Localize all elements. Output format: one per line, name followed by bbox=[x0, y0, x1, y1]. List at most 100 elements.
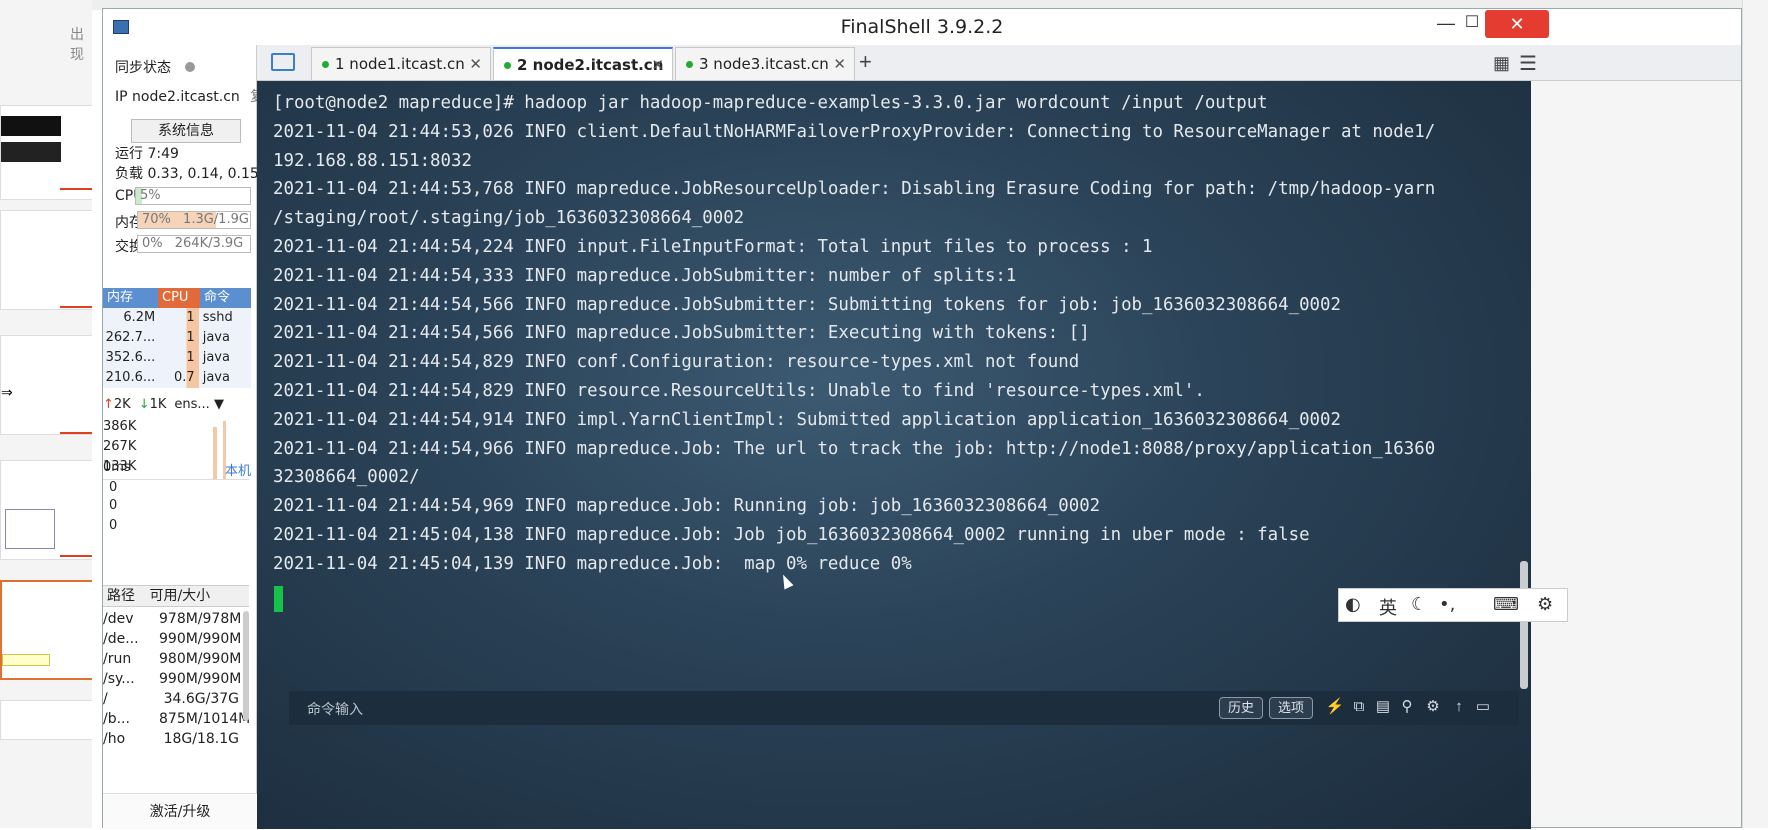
ping-value: 0 bbox=[109, 498, 118, 513]
slide-thumbnail[interactable] bbox=[0, 700, 92, 740]
process-cpu: 1 bbox=[157, 348, 199, 368]
ime-moon-icon[interactable]: ☾ bbox=[1411, 594, 1427, 615]
download-arrow-icon: ↓ bbox=[138, 397, 150, 412]
menu-icon[interactable]: ☰ bbox=[1519, 51, 1537, 76]
process-table: 内存 CPU 命令 6.2M 1 sshd 262.7... 1 java 352.6...… bbox=[103, 288, 251, 388]
disk-row[interactable]: /ho 18G/18.1G bbox=[103, 731, 239, 745]
ping-host[interactable]: 本机 bbox=[225, 460, 251, 479]
tab-close-icon[interactable]: ✕ bbox=[651, 49, 664, 81]
ime-language[interactable]: 英 bbox=[1379, 594, 1397, 620]
command-input-bar[interactable]: 命令输入 历史 选项 ⚡ ⧉ ▤ ⚲ ⚙ ↑ ▭ bbox=[289, 691, 1519, 725]
lightning-icon[interactable]: ⚡ bbox=[1325, 697, 1345, 717]
ime-toolbar[interactable]: ◐ 英 ☾ •, ⌨ ⚙ bbox=[1338, 588, 1568, 622]
swap-meter: 0% 264K/3.9G bbox=[137, 235, 251, 253]
disk-scrollbar[interactable] bbox=[243, 611, 249, 721]
terminal-line: /staging/root/.staging/job_1636032308664… bbox=[273, 208, 745, 229]
slide-thumbnail[interactable]: ⇒ bbox=[0, 335, 92, 435]
process-cmd: java bbox=[202, 330, 230, 345]
terminal-line: [root@node2 mapreduce]# hadoop jar hadoo… bbox=[273, 93, 1268, 113]
command-input[interactable]: 命令输入 bbox=[307, 699, 363, 719]
history-button[interactable]: 历史 bbox=[1219, 697, 1264, 719]
disk-path: /dev bbox=[103, 611, 134, 627]
network-header: ↑2K ↓1K ens... ▼ bbox=[103, 397, 249, 412]
terminal-cursor bbox=[274, 586, 283, 612]
layout-grid-icon[interactable]: ▦ bbox=[1493, 53, 1510, 74]
disk-path: / bbox=[103, 691, 108, 707]
upload-rate: ↑2K bbox=[103, 397, 131, 412]
terminal-line: 2021-11-04 21:45:04,138 INFO mapreduce.J… bbox=[273, 524, 1310, 545]
copy-icon[interactable]: ⧉ bbox=[1349, 697, 1369, 717]
terminal-line: 192.168.88.151:8032 bbox=[273, 150, 472, 171]
server-ip: IP node2.itcast.cn 复制 bbox=[115, 86, 278, 106]
gear-icon[interactable]: ⚙ bbox=[1423, 697, 1443, 717]
process-row[interactable]: 352.6... 1 java bbox=[103, 348, 251, 368]
tab-node1[interactable]: 1 node1.itcast.cn ✕ bbox=[311, 47, 491, 81]
terminal-line: 32308664_0002/ bbox=[273, 467, 420, 488]
process-row[interactable]: 210.6... 0.7 java bbox=[103, 368, 251, 388]
background-app-label: 出现 bbox=[70, 27, 84, 63]
tab-close-icon[interactable]: ✕ bbox=[469, 48, 482, 80]
process-cmd: sshd bbox=[202, 310, 233, 325]
paste-icon[interactable]: ▤ bbox=[1373, 697, 1393, 717]
disk-row[interactable]: /dev 978M/978M bbox=[103, 611, 242, 627]
sync-status[interactable]: 同步状态 bbox=[115, 57, 196, 77]
upgrade-button[interactable]: 激活/升级 bbox=[103, 793, 257, 829]
terminal-line: 2021-11-04 21:44:54,566 INFO mapreduce.J… bbox=[273, 294, 1341, 315]
search-icon[interactable]: ⚲ bbox=[1397, 697, 1417, 717]
network-tick: 267K bbox=[103, 439, 137, 454]
disk-path: /ho bbox=[103, 731, 126, 745]
terminal-view[interactable]: [root@node2 mapreduce]# hadoop jar hadoo… bbox=[257, 81, 1531, 829]
process-mem: 210.6... bbox=[105, 370, 156, 385]
disk-row[interactable]: /de... 990M/990M bbox=[103, 631, 241, 647]
terminal-scrollbar[interactable] bbox=[1520, 561, 1528, 689]
ime-punctuation-icon[interactable]: •, bbox=[1439, 594, 1455, 615]
tab-node2[interactable]: 2 node2.itcast.cn ✕ bbox=[493, 47, 673, 81]
tab-label: 1 node1.itcast.cn bbox=[335, 55, 465, 73]
ime-logo-icon[interactable]: ◐ bbox=[1345, 594, 1361, 615]
process-row[interactable]: 6.2M 1 sshd bbox=[103, 308, 251, 328]
ime-keyboard-icon[interactable]: ⌨ bbox=[1493, 594, 1519, 615]
disk-size-header[interactable]: 可用/大小 bbox=[139, 588, 210, 604]
system-info-button[interactable]: 系统信息 bbox=[131, 119, 241, 143]
background-slide-panel: 出现 ⇒ bbox=[0, 0, 92, 828]
options-button[interactable]: 选项 bbox=[1269, 697, 1314, 719]
disk-row[interactable]: /b... 875M/1014M bbox=[103, 711, 250, 727]
title-bar: FinalShell 3.9.2.2 — ☐ ✕ bbox=[103, 9, 1741, 45]
cpu-value: 5% bbox=[140, 188, 161, 203]
disk-size: 978M/978M bbox=[159, 611, 242, 627]
process-cmd-header[interactable]: 命令 bbox=[200, 288, 251, 308]
process-cpu-header[interactable]: CPU bbox=[158, 288, 200, 308]
disk-row[interactable]: /run 980M/990M bbox=[103, 651, 241, 667]
network-interface-select[interactable]: ens... ▼ bbox=[174, 397, 224, 412]
terminal-line: 2021-11-04 21:44:54,914 INFO impl.YarnCl… bbox=[273, 409, 1341, 430]
tab-node3[interactable]: 3 node3.itcast.cn ✕ bbox=[675, 47, 855, 81]
process-cpu: 1 bbox=[157, 328, 199, 348]
ping-monitor: 0ms 本机 0 0 0 bbox=[103, 460, 251, 535]
open-folder-icon[interactable] bbox=[271, 53, 295, 71]
window-icon[interactable]: ▭ bbox=[1473, 697, 1493, 717]
process-mem-header[interactable]: 内存 bbox=[103, 288, 158, 308]
add-tab-button[interactable]: + bbox=[859, 49, 872, 75]
tab-close-icon[interactable]: ✕ bbox=[833, 48, 846, 80]
slide-thumbnail[interactable] bbox=[0, 105, 92, 200]
terminal-line: 2021-11-04 21:44:54,829 INFO conf.Config… bbox=[273, 352, 1080, 373]
slide-thumbnail-selected[interactable] bbox=[0, 580, 92, 680]
arrow-up-icon[interactable]: ↑ bbox=[1449, 697, 1469, 717]
disk-table-header: 路径 可用/大小 bbox=[103, 585, 249, 607]
terminal-line: 2021-11-04 21:44:54,969 INFO mapreduce.J… bbox=[273, 496, 1101, 517]
process-table-header: 内存 CPU 命令 bbox=[103, 288, 251, 308]
disk-row[interactable]: /sy... 990M/990M bbox=[103, 671, 241, 687]
process-mem: 262.7... bbox=[105, 330, 156, 345]
process-row[interactable]: 262.7... 1 java bbox=[103, 328, 251, 348]
slide-thumbnail[interactable] bbox=[0, 210, 92, 310]
sync-status-label: 同步状态 bbox=[115, 60, 171, 76]
close-button[interactable]: ✕ bbox=[1485, 10, 1549, 38]
connected-dot-icon bbox=[322, 61, 329, 68]
connected-dot-icon bbox=[504, 62, 511, 69]
network-tick: 386K bbox=[103, 419, 137, 434]
disk-path-header[interactable]: 路径 bbox=[103, 588, 135, 604]
terminal-line: 2021-11-04 21:44:54,966 INFO mapreduce.J… bbox=[273, 438, 1436, 459]
disk-row[interactable]: / 34.6G/37G bbox=[103, 691, 239, 707]
ime-gear-icon[interactable]: ⚙ bbox=[1537, 594, 1553, 615]
slide-thumbnail[interactable] bbox=[0, 460, 92, 560]
